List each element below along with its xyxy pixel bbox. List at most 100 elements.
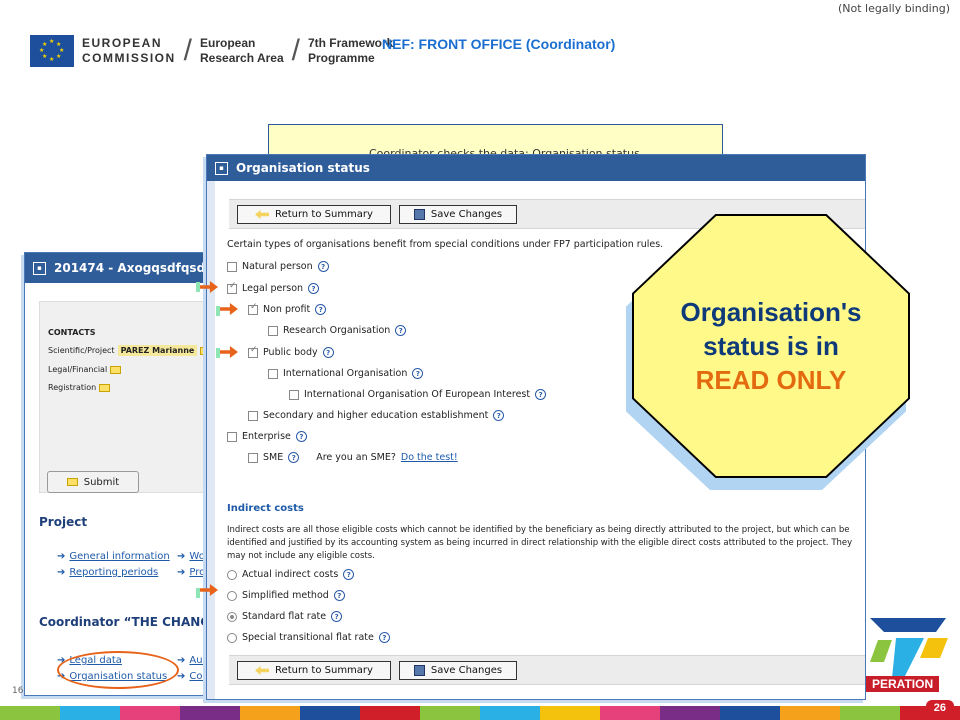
research-organisation-checkbox[interactable] (268, 325, 278, 336)
help-icon[interactable]: ? (331, 611, 343, 622)
indirect-costs-description: Indirect costs are all those eligible co… (227, 525, 853, 561)
colour-strip (0, 706, 960, 720)
natural-person-option[interactable]: Natural person ? (227, 261, 329, 272)
international-organisation-eu-checkbox[interactable] (289, 389, 299, 400)
save-label: Save Changes (430, 209, 503, 220)
sme-option[interactable]: SME ? Are you an SME? Do the test! (248, 452, 458, 463)
window-icon: ▪ (33, 261, 46, 275)
help-icon[interactable]: ? (308, 283, 320, 294)
contact-label: Registration (48, 383, 97, 392)
natural-person-label: Natural person (242, 261, 313, 272)
international-organisation-label: International Organisation (283, 368, 408, 379)
back-arrow-icon (255, 210, 270, 219)
marker-dash (196, 588, 200, 598)
actual-indirect-costs-label: Actual indirect costs (242, 569, 339, 580)
save-changes-button[interactable]: Save Changes (399, 205, 517, 224)
back-arrow-icon (255, 666, 270, 675)
callout-line1: Organisation's (680, 297, 862, 327)
contacts-box: CONTACTS Scientific/Project PAREZ Marian… (39, 301, 223, 493)
special-transitional-radio[interactable] (227, 632, 237, 643)
international-organisation-eu-label: International Organisation Of European I… (304, 389, 531, 400)
project-link-col2[interactable]: Wo (189, 551, 204, 562)
summary-window-title: 201474 - Axogqsdfqsdf (54, 261, 211, 275)
return-to-summary-button[interactable]: Return to Summary (237, 205, 391, 224)
page-number: 26 (925, 700, 954, 716)
international-organisation-eu-option[interactable]: International Organisation Of European I… (289, 389, 547, 400)
sme-checkbox[interactable] (248, 452, 258, 463)
submit-button[interactable]: Submit (47, 471, 139, 493)
international-organisation-option[interactable]: International Organisation ? (268, 368, 424, 379)
save-disk-icon (413, 665, 425, 676)
help-icon[interactable]: ? (412, 368, 424, 379)
legal-note: (Not legally binding) (837, 2, 950, 15)
callout-line2: status is in (703, 331, 839, 361)
contact-person[interactable]: PAREZ Marianne (117, 345, 198, 356)
contact-row: Registration (48, 383, 223, 392)
return-to-summary-button[interactable]: Return to Summary (237, 661, 391, 680)
sme-test-link[interactable]: Do the test! (401, 452, 458, 463)
marker-dash (216, 348, 220, 358)
natural-person-checkbox[interactable] (227, 261, 237, 272)
non-profit-option[interactable]: Non profit ? (248, 302, 327, 315)
public-body-option[interactable]: Public body ? (248, 345, 334, 358)
contacts-heading: CONTACTS (48, 328, 96, 337)
help-icon[interactable]: ? (493, 410, 505, 421)
legal-person-option[interactable]: Legal person ? (227, 281, 320, 294)
sme-question: Are you an SME? (316, 452, 396, 463)
actual-indirect-costs-radio[interactable] (227, 569, 237, 580)
standard-flat-rate-radio[interactable] (227, 611, 237, 622)
standard-flat-rate-label: Standard flat rate (242, 611, 327, 622)
special-transitional-label: Special transitional flat rate (242, 632, 374, 643)
research-organisation-option[interactable]: Research Organisation ? (268, 325, 407, 336)
secondary-education-checkbox[interactable] (248, 410, 258, 421)
legal-person-checkbox[interactable] (227, 281, 237, 294)
help-icon[interactable]: ? (333, 590, 345, 601)
european-commission-logo: ★ ★ ★ ★ ★ ★ ★ ★ EUROPEAN COMMISSION / Europe… (30, 34, 393, 68)
window-icon: ▪ (215, 161, 228, 175)
sme-label: SME (263, 452, 284, 463)
bottom-button-bar: Return to Summary Save Changes (229, 655, 865, 685)
help-icon[interactable]: ? (288, 452, 300, 463)
standard-flat-rate-option[interactable]: Standard flat rate ? (227, 611, 343, 622)
secondary-education-option[interactable]: Secondary and higher education establish… (248, 410, 505, 421)
help-icon[interactable]: ? (295, 431, 307, 442)
eu-flag-icon: ★ ★ ★ ★ ★ ★ ★ ★ (30, 35, 74, 67)
legal-person-label: Legal person (242, 283, 304, 294)
public-body-checkbox[interactable] (248, 345, 258, 358)
help-icon[interactable]: ? (317, 261, 329, 272)
help-icon[interactable]: ? (315, 304, 327, 315)
help-icon[interactable]: ? (343, 569, 355, 580)
international-organisation-checkbox[interactable] (268, 368, 278, 379)
project-link-col2[interactable]: Pro (189, 567, 205, 578)
save-changes-button[interactable]: Save Changes (399, 661, 517, 680)
organisation-status-title: Organisation status (236, 161, 370, 175)
reporting-periods-link[interactable]: Reporting periods (69, 567, 158, 578)
coordinator-link-col2[interactable]: Aut (189, 655, 206, 666)
special-transitional-option[interactable]: Special transitional flat rate ? (227, 632, 390, 643)
logo-era-line1: European (200, 36, 256, 50)
envelope-icon[interactable] (99, 383, 111, 392)
enterprise-label: Enterprise (242, 431, 291, 442)
contact-label: Scientific/Project (48, 346, 115, 355)
enterprise-option[interactable]: Enterprise ? (227, 431, 307, 442)
enterprise-checkbox[interactable] (227, 431, 237, 442)
secondary-education-label: Secondary and higher education establish… (263, 410, 489, 421)
general-information-link[interactable]: General information (69, 551, 169, 562)
project-link-row: ➔ Reporting periods ➔ Pro (57, 567, 206, 578)
highlight-ellipse (57, 651, 179, 689)
non-profit-checkbox[interactable] (248, 302, 258, 315)
read-only-callout: Organisation's status is in READ ONLY (632, 214, 910, 478)
return-label: Return to Summary (275, 665, 373, 676)
help-icon[interactable]: ? (535, 389, 547, 400)
non-profit-label: Non profit (263, 304, 311, 315)
summary-window: ▪ 201474 - Axogqsdfqsdf CONTACTS Scienti… (24, 252, 224, 696)
envelope-icon[interactable] (110, 365, 122, 374)
help-icon[interactable]: ? (322, 347, 334, 358)
actual-indirect-costs-option[interactable]: Actual indirect costs ? (227, 569, 355, 580)
summary-window-header: ▪ 201474 - Axogqsdfqsdf (25, 253, 223, 283)
help-icon[interactable]: ? (378, 632, 390, 643)
help-icon[interactable]: ? (395, 325, 407, 336)
simplified-method-radio[interactable] (227, 590, 237, 601)
simplified-method-option[interactable]: Simplified method ? (227, 590, 345, 601)
logo-fp-line2: Programme (307, 51, 375, 65)
